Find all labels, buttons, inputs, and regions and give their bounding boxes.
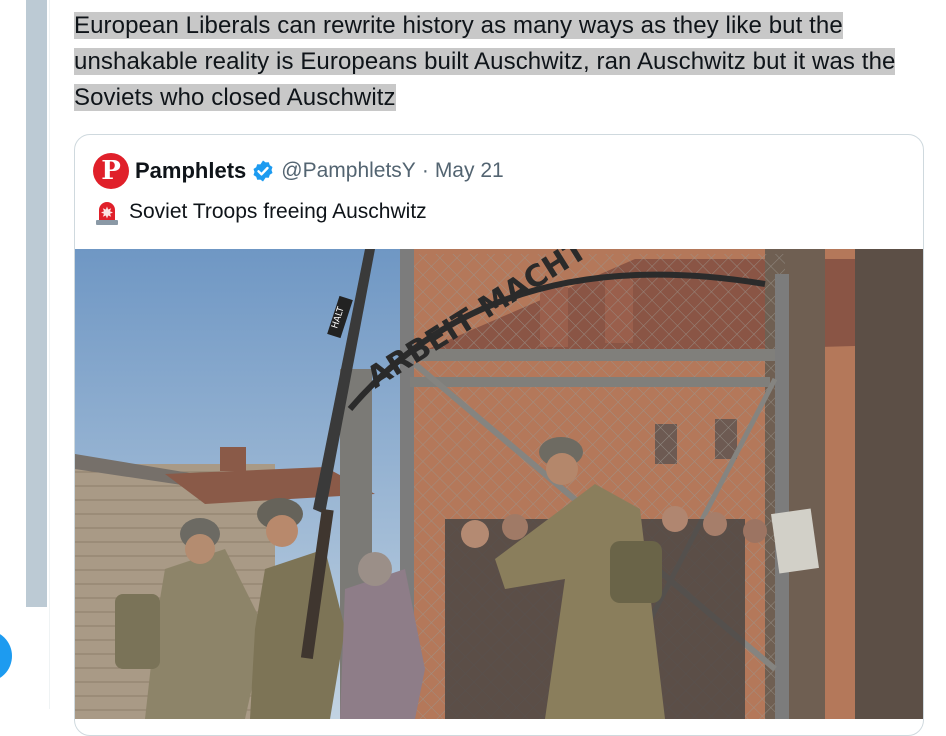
post-text: European Liberals can rewrite history as… bbox=[74, 8, 922, 116]
post-photo[interactable]: ARBEIT MACHT HALT bbox=[75, 249, 923, 719]
post-date[interactable]: May 21 bbox=[435, 159, 504, 183]
avatar[interactable]: P bbox=[93, 153, 129, 189]
police-light-icon bbox=[96, 202, 118, 225]
separator-dot: · bbox=[421, 159, 429, 182]
quoted-post-header: P Pamphlets @PamphletsY · May 21 bbox=[93, 153, 504, 189]
author-name[interactable]: Pamphlets bbox=[135, 158, 246, 184]
quoted-post-caption: Soviet Troops freeing Auschwitz bbox=[129, 200, 427, 223]
author-handle[interactable]: @PamphletsY bbox=[281, 159, 416, 183]
quoted-post-text: Soviet Troops freeing Auschwitz bbox=[93, 197, 427, 227]
post-text-highlight: European Liberals can rewrite history as… bbox=[74, 12, 896, 111]
avatar-letter: P bbox=[101, 156, 121, 186]
thread-connector-line bbox=[26, 0, 47, 607]
quoted-post-card[interactable]: P Pamphlets @PamphletsY · May 21 Soviet … bbox=[74, 134, 924, 736]
verified-badge-icon bbox=[253, 160, 273, 182]
left-rail bbox=[0, 0, 50, 709]
